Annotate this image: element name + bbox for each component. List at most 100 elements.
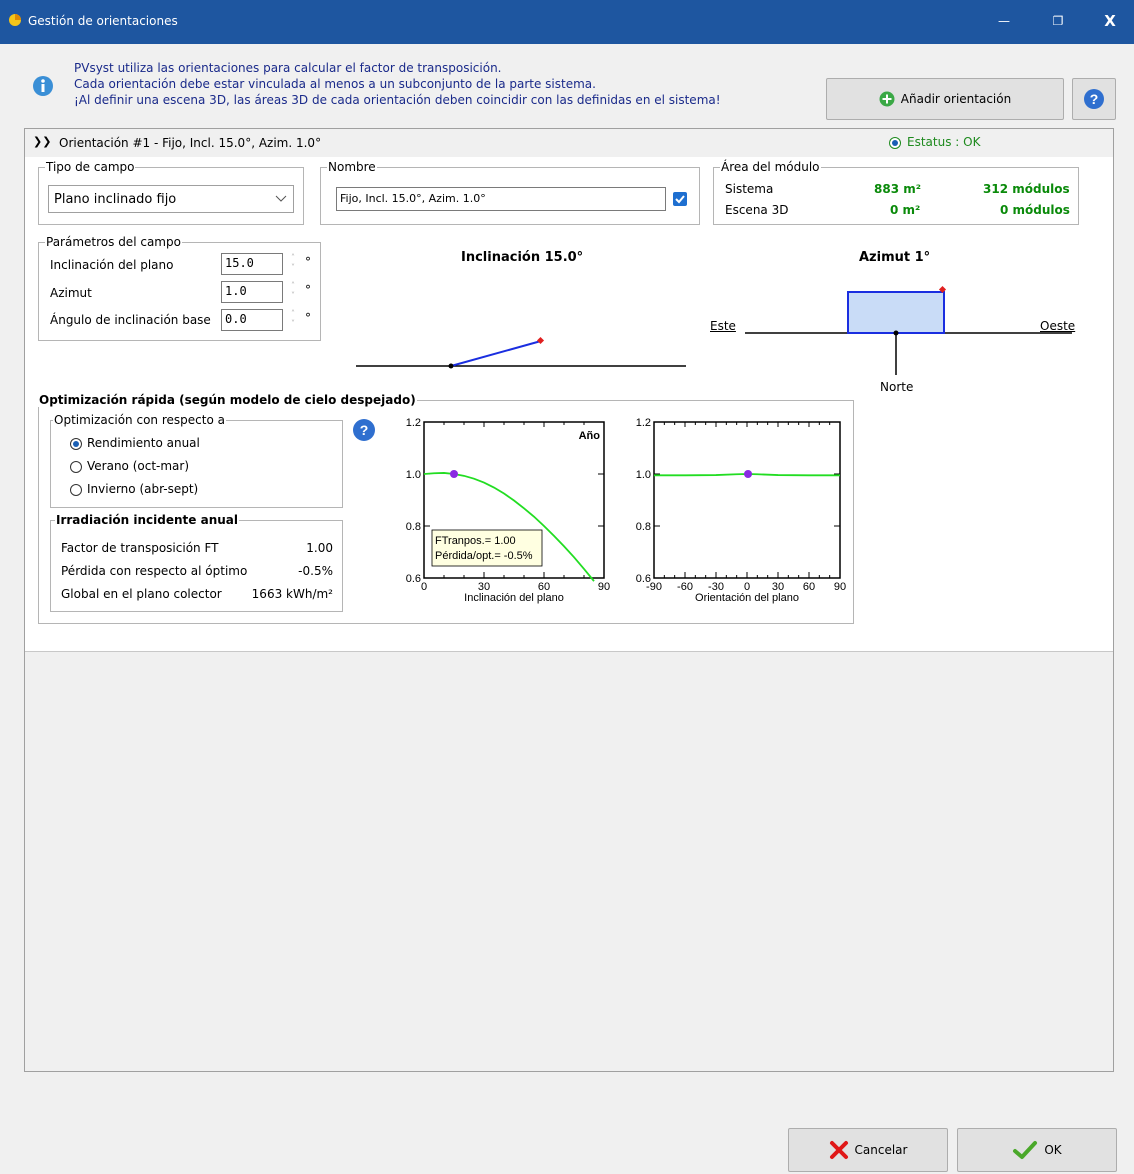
radio-summer[interactable] bbox=[70, 461, 82, 473]
north-label: Norte bbox=[880, 380, 914, 394]
azimuth-label: Azimut bbox=[50, 286, 92, 300]
maximize-button[interactable]: ❐ bbox=[1044, 10, 1072, 32]
tilt-spinner[interactable]: ˄ ˅ bbox=[287, 253, 299, 275]
close-button[interactable]: X bbox=[1096, 10, 1124, 32]
add-icon bbox=[879, 91, 895, 107]
optimization-help-icon[interactable]: ? bbox=[352, 418, 376, 442]
ok-button[interactable]: OK bbox=[957, 1128, 1117, 1172]
tilt-diagram bbox=[356, 336, 686, 369]
window-title: Gestión de orientaciones bbox=[28, 14, 178, 28]
azimuth-diagram bbox=[745, 285, 1072, 375]
global-label: Global en el plano colector bbox=[61, 587, 222, 601]
y-tick-label: 0.8 bbox=[406, 521, 421, 533]
x-axis-label: Inclinación del plano bbox=[464, 592, 564, 604]
radio-winter[interactable] bbox=[70, 484, 82, 496]
pvsyst-app-icon bbox=[9, 14, 21, 26]
name-input[interactable]: Fijo, Incl. 15.0°, Azim. 1.0° bbox=[336, 187, 666, 211]
azimuth-optimization-chart: 0.60.81.01.2-90 -60 -30 0 30 60 90Orientación … bbox=[636, 417, 846, 604]
checkmark-icon bbox=[1013, 1141, 1038, 1159]
base-tilt-spinner[interactable]: ˄ ˅ bbox=[287, 309, 299, 331]
orientation-header-label: Orientación #1 - Fijo, Incl. 15.0°, Azim… bbox=[59, 136, 322, 150]
info-text: PVsyst utiliza las orientaciones para ca… bbox=[74, 60, 721, 108]
optimization-legend: Optimización rápida (según modelo de cie… bbox=[38, 393, 417, 407]
cancel-button[interactable]: Cancelar bbox=[788, 1128, 948, 1172]
name-legend: Nombre bbox=[327, 160, 377, 174]
cancel-label: Cancelar bbox=[854, 1143, 908, 1157]
optimization-wrt-group: Optimización con respecto a Rendimiento … bbox=[50, 413, 343, 508]
optimization-wrt-legend: Optimización con respecto a bbox=[53, 413, 226, 427]
field-type-legend: Tipo de campo bbox=[45, 160, 136, 174]
area-system-value: 883 m² bbox=[874, 182, 921, 196]
azimuth-input[interactable]: 1.0 bbox=[221, 281, 283, 303]
loss-label: Pérdida con respecto al óptimo bbox=[61, 564, 248, 578]
info-line-1: PVsyst utiliza las orientaciones para ca… bbox=[74, 61, 502, 75]
module-area-group: Área del módulo Sistema 883 m² 312 módul… bbox=[713, 160, 1079, 225]
y-tick-label: 1.2 bbox=[406, 417, 421, 429]
tilt-diagram-title: Inclinación 15.0° bbox=[461, 250, 584, 265]
info-icon bbox=[33, 76, 53, 96]
status-label: Estatus : OK bbox=[907, 135, 981, 149]
tilt-unit: ° bbox=[305, 255, 311, 269]
title-bar: Gestión de orientaciones — ❐ X bbox=[0, 0, 1134, 44]
west-label: Oeste bbox=[1040, 319, 1076, 333]
irradiation-legend: Irradiación incidente anual bbox=[55, 513, 239, 527]
field-type-value: Plano inclinado fijo bbox=[54, 192, 177, 207]
azimuth-center bbox=[893, 330, 899, 336]
x-tick-label: 0 bbox=[421, 581, 427, 593]
status-ok-icon bbox=[889, 137, 901, 149]
optimum-marker bbox=[744, 470, 753, 478]
x-tick-label: 90 bbox=[834, 581, 846, 593]
name-checkbox[interactable] bbox=[673, 192, 687, 206]
azimuth-diagram-title: Azimut 1° bbox=[859, 250, 931, 265]
tilt-optimization-chart: 0.60.81.01.20 30 60 90Inclinación del plano… bbox=[406, 417, 610, 604]
x-tick-label: 60 bbox=[803, 581, 815, 593]
x-tick-label: 90 bbox=[598, 581, 610, 593]
field-params-legend: Parámetros del campo bbox=[45, 235, 182, 249]
base-tilt-unit: ° bbox=[305, 311, 311, 325]
tooltip-line: Pérdida/opt.= -0.5% bbox=[435, 550, 533, 562]
svg-text:?: ? bbox=[360, 422, 369, 438]
field-params-group: Parámetros del campo Inclinación del pla… bbox=[38, 235, 321, 341]
base-tilt-input[interactable]: 0.0 bbox=[221, 309, 283, 331]
azimuth-spinner[interactable]: ˄ ˅ bbox=[287, 281, 299, 303]
minimize-button[interactable]: — bbox=[990, 10, 1018, 32]
radio-winter-label[interactable]: Invierno (abr-sept) bbox=[87, 482, 198, 496]
add-orientation-label: Añadir orientación bbox=[900, 92, 1012, 106]
help-icon: ? bbox=[1084, 89, 1104, 109]
azimuth-field-rect bbox=[847, 291, 945, 334]
y-tick-label: 1.0 bbox=[636, 469, 651, 481]
radio-annual-label[interactable]: Rendimiento anual bbox=[87, 436, 200, 450]
help-button[interactable]: ? bbox=[1072, 78, 1116, 120]
name-group: Nombre Fijo, Incl. 15.0°, Azim. 1.0° bbox=[320, 160, 700, 225]
area-scene-label: Escena 3D bbox=[725, 203, 789, 217]
ok-label: OK bbox=[1044, 1143, 1062, 1157]
radio-summer-label[interactable]: Verano (oct-mar) bbox=[87, 459, 189, 473]
optimum-marker bbox=[450, 470, 458, 478]
east-label: Este bbox=[710, 319, 736, 333]
chevron-down-icon bbox=[275, 195, 287, 202]
y-tick-label: 1.2 bbox=[636, 417, 651, 429]
radio-annual[interactable] bbox=[70, 438, 82, 450]
x-tick-label: -90 bbox=[646, 581, 662, 593]
add-orientation-button[interactable]: Añadir orientación bbox=[826, 78, 1064, 120]
azimuth-unit: ° bbox=[305, 283, 311, 297]
chart-title: Año bbox=[579, 430, 601, 442]
svg-text:?: ? bbox=[1090, 91, 1099, 107]
irradiation-group: Irradiación incidente anual Factor de tr… bbox=[50, 513, 343, 612]
tilt-label: Inclinación del plano bbox=[50, 258, 174, 272]
tilt-input[interactable]: 15.0 bbox=[221, 253, 283, 275]
y-tick-label: 1.0 bbox=[406, 469, 421, 481]
global-value: 1663 kWh/m² bbox=[251, 587, 333, 601]
field-type-select[interactable]: Plano inclinado fijo bbox=[48, 185, 294, 213]
y-tick-label: 0.8 bbox=[636, 521, 651, 533]
field-type-group: Tipo de campo Plano inclinado fijo bbox=[38, 160, 304, 225]
plot-frame bbox=[653, 421, 841, 579]
loss-value: -0.5% bbox=[298, 564, 333, 578]
info-line-2: Cada orientación debe estar vinculada al… bbox=[74, 77, 596, 91]
pivot-point bbox=[448, 363, 454, 369]
area-system-label: Sistema bbox=[725, 182, 774, 196]
collapse-chevron-icon[interactable]: ❯❯ bbox=[33, 135, 51, 148]
y-tick-label: 0.6 bbox=[406, 573, 421, 585]
tooltip-line: FTranpos.= 1.00 bbox=[435, 535, 516, 547]
orientation-header[interactable]: ❯❯ Orientación #1 - Fijo, Incl. 15.0°, A… bbox=[25, 129, 1113, 158]
